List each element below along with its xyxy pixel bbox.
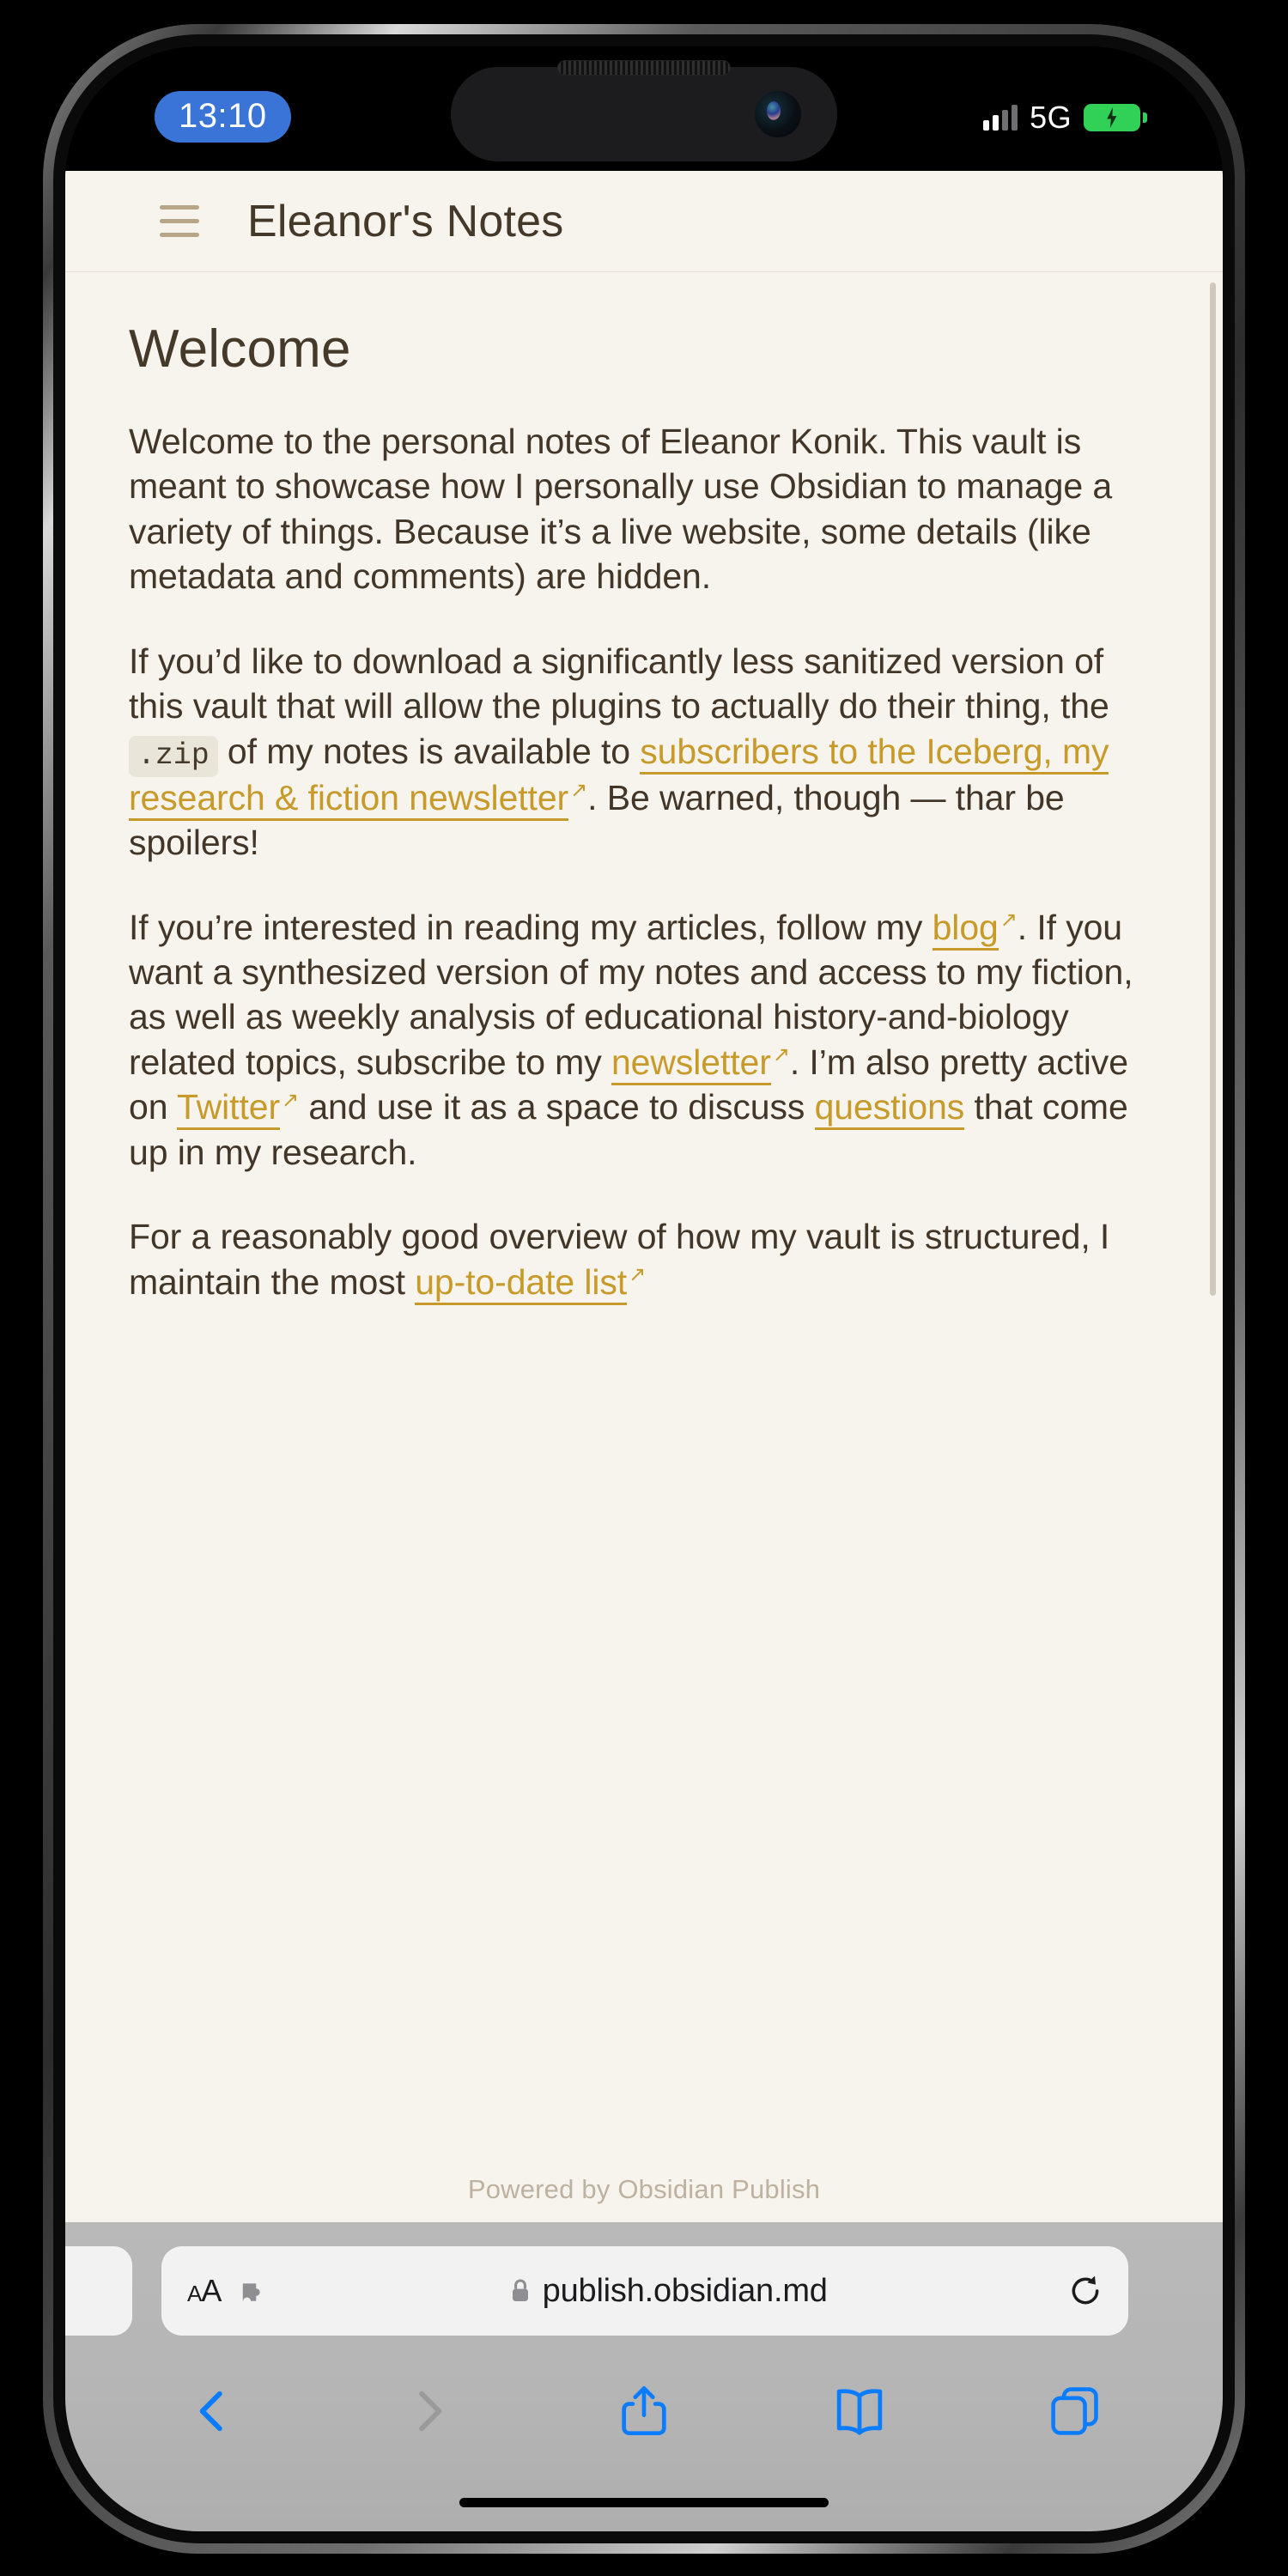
paragraph-text: and use it as a space to discuss xyxy=(299,1087,815,1127)
browser-toolbar xyxy=(65,2360,1223,2463)
earpiece-speaker xyxy=(557,60,731,76)
phone-body: 13:10 5G Eleanor's Notes Welcome Welcome… xyxy=(53,34,1235,2543)
note-content[interactable]: Welcome Welcome to the personal notes of… xyxy=(65,272,1223,2222)
battery-charging-icon xyxy=(1084,104,1147,131)
page-title: Welcome xyxy=(129,319,351,379)
dynamic-island xyxy=(451,60,837,161)
text-size-small-a: A xyxy=(187,2281,202,2306)
powered-by-label: Powered by Obsidian Publish xyxy=(467,2174,821,2204)
phone-screen: 13:10 5G Eleanor's Notes Welcome Welcome… xyxy=(65,46,1223,2531)
share-button[interactable] xyxy=(614,2379,674,2443)
book-icon xyxy=(836,2389,883,2435)
reload-icon[interactable] xyxy=(1068,2273,1103,2309)
webpage-viewport: Eleanor's Notes Welcome Welcome to the p… xyxy=(65,171,1223,2222)
paragraph: If you’re interested in reading my artic… xyxy=(129,905,1161,1176)
site-header: Eleanor's Notes xyxy=(65,171,1223,272)
page-scrollbar[interactable] xyxy=(1210,283,1216,1296)
address-bar[interactable]: AA publish.obsidian.md xyxy=(161,2246,1128,2336)
home-indicator[interactable] xyxy=(459,2498,829,2507)
puzzle-piece-icon[interactable] xyxy=(236,2276,269,2306)
content-fade-overlay xyxy=(65,2111,1223,2222)
paragraph-text: of my notes is available to xyxy=(217,731,641,771)
front-camera-icon xyxy=(755,91,801,137)
chevron-left-icon xyxy=(199,2391,222,2432)
link-up-to-date-list[interactable]: up-to-date list xyxy=(415,1261,627,1305)
paragraph-text: If you’d like to download a significantl… xyxy=(129,641,1109,726)
paragraph: If you’d like to download a significantl… xyxy=(129,639,1161,866)
text-size-large-a: A xyxy=(201,2273,222,2308)
share-icon xyxy=(622,2386,666,2435)
site-title: Eleanor's Notes xyxy=(247,196,564,246)
paragraph-text: Welcome to the personal notes of Eleanor… xyxy=(129,422,1113,597)
forward-button[interactable] xyxy=(398,2379,459,2443)
bookmarks-button[interactable] xyxy=(829,2379,890,2443)
signal-bars-icon xyxy=(983,105,1018,131)
adjacent-tab-peek[interactable] xyxy=(65,2246,132,2336)
lock-icon xyxy=(512,2279,528,2301)
external-link-icon: ↗ xyxy=(629,1263,647,1287)
phone-frame: 13:10 5G Eleanor's Notes Welcome Welcome… xyxy=(43,24,1245,2554)
tabs-icon xyxy=(1051,2387,1099,2435)
paragraph: Welcome to the personal notes of Eleanor… xyxy=(129,419,1161,599)
text-size-button[interactable]: AA xyxy=(187,2273,222,2308)
status-indicators: 5G xyxy=(983,100,1147,136)
back-button[interactable] xyxy=(183,2379,243,2443)
external-link-icon: ↗ xyxy=(282,1088,300,1112)
inline-code: .zip xyxy=(129,735,218,777)
external-link-icon: ↗ xyxy=(570,778,588,802)
charging-bolt-icon xyxy=(1107,107,1117,128)
browser-chrome: AA publish.obsidian.md xyxy=(65,2222,1223,2531)
external-link-icon: ↗ xyxy=(999,908,1018,932)
url-text: publish.obsidian.md xyxy=(542,2272,828,2309)
link-twitter[interactable]: Twitter xyxy=(176,1087,280,1131)
network-type-label: 5G xyxy=(1030,100,1072,135)
status-time[interactable]: 13:10 xyxy=(155,91,291,143)
link-newsletter[interactable]: newsletter xyxy=(611,1042,771,1085)
link-questions[interactable]: questions xyxy=(814,1087,964,1131)
external-link-icon: ↗ xyxy=(772,1043,790,1067)
hamburger-menu-icon[interactable] xyxy=(160,205,199,237)
paragraph: For a reasonably good overview of how my… xyxy=(129,1214,1161,1305)
paragraph-text: If you’re interested in reading my artic… xyxy=(129,907,933,947)
url-display[interactable]: publish.obsidian.md xyxy=(269,2273,1068,2310)
chevron-right-icon xyxy=(418,2391,442,2432)
link-blog[interactable]: blog xyxy=(932,907,999,951)
tabs-button[interactable] xyxy=(1045,2379,1105,2443)
